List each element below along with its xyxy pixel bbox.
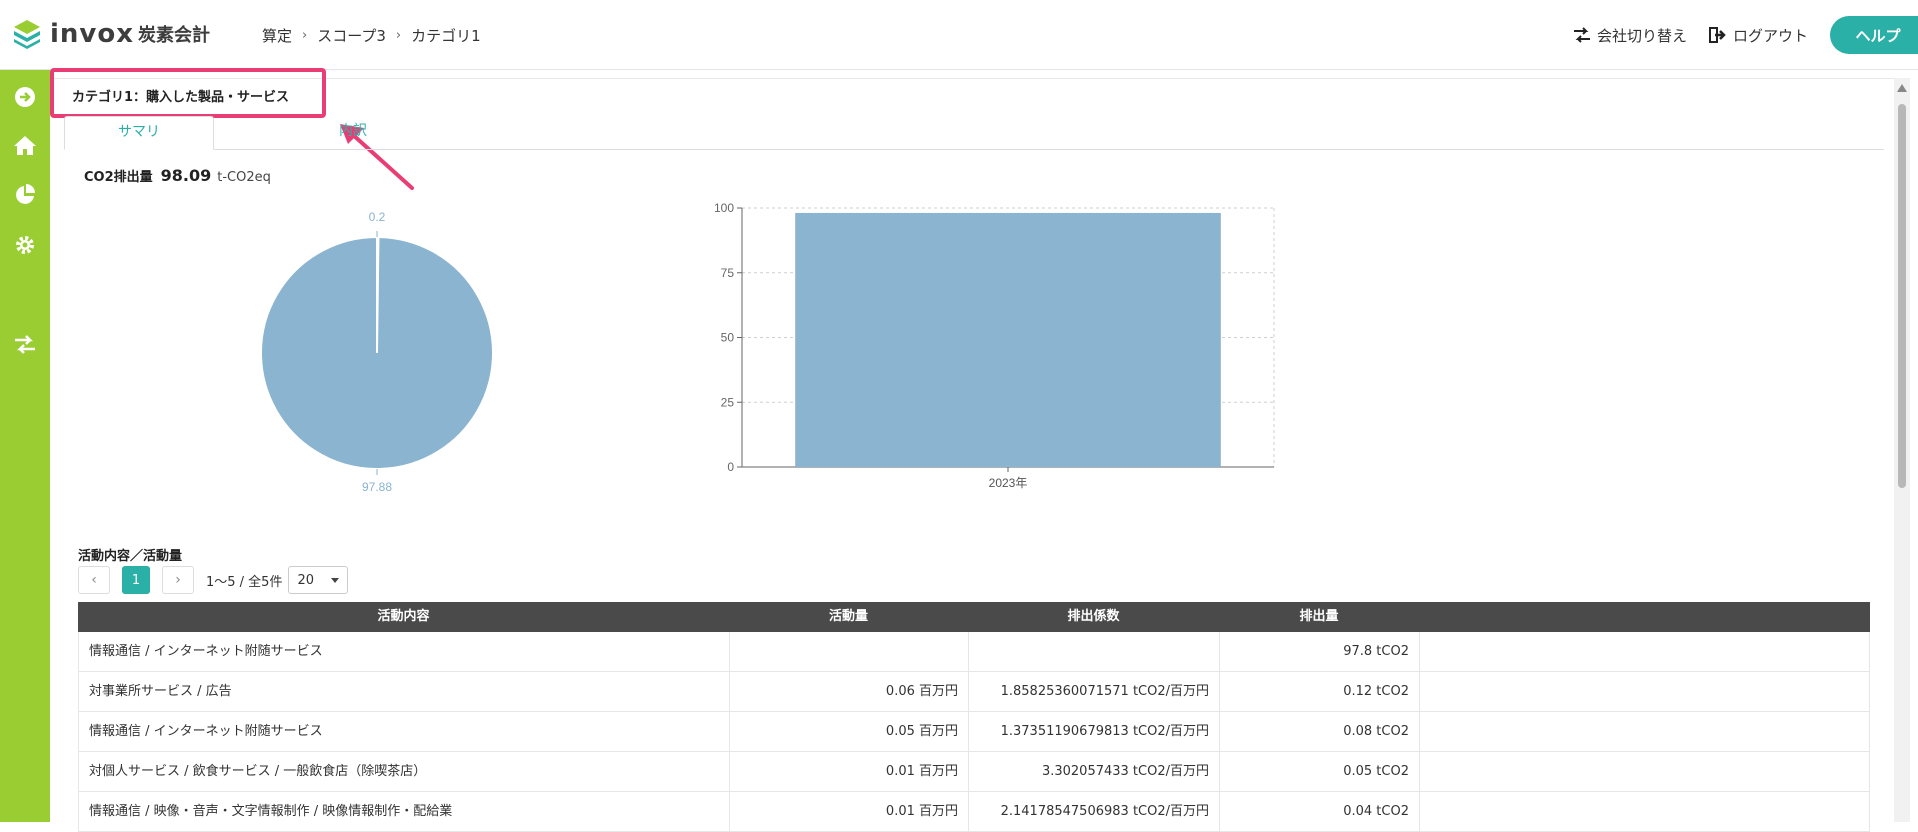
cell-factor xyxy=(969,632,1220,672)
cell-empty xyxy=(1420,752,1869,792)
chevron-left-icon: ‹ xyxy=(91,572,97,588)
breadcrumb: 算定 › スコープ3 › カテゴリ1 xyxy=(262,25,481,46)
scrollbar[interactable] xyxy=(1894,78,1910,822)
logo-subtitle: 炭素会計 xyxy=(138,25,211,46)
table-row[interactable]: 情報通信 / 映像・音声・文字情報制作 / 映像情報制作・配給業 0.01 百万円… xyxy=(78,792,1870,832)
logo[interactable]: invox 炭素会計 xyxy=(12,18,210,50)
table-body: 情報通信 / インターネット附随サービス 97.8 tCO2 対事業所サービス / … xyxy=(78,632,1870,832)
cell-empty xyxy=(1420,792,1869,832)
tab-breakdown[interactable]: 内訳 xyxy=(278,116,428,150)
cell-empty xyxy=(1420,672,1869,712)
cell-activity: 情報通信 / インターネット附随サービス xyxy=(79,712,730,752)
cell-emission: 0.08 tCO2 xyxy=(1220,712,1420,752)
y-tick-label: 25 xyxy=(721,395,735,409)
table-row[interactable]: 対事業所サービス / 広告 0.06 百万円 1.85825360071571 tC… xyxy=(78,672,1870,712)
y-tick-label: 100 xyxy=(714,201,734,215)
page-number-current[interactable]: 1 xyxy=(122,566,150,594)
bar-chart: 0 25 50 75 100 2023年 xyxy=(714,201,1275,490)
cell-empty xyxy=(1420,632,1869,672)
pie-chart-icon[interactable] xyxy=(12,182,38,208)
cell-activity: 対個人サービス / 飲食サービス / 一般飲食店（除喫茶店） xyxy=(79,752,730,792)
column-header-activity[interactable]: 活動内容 xyxy=(78,602,729,632)
cell-amount: 0.01 百万円 xyxy=(730,752,969,792)
cell-amount: 0.05 百万円 xyxy=(730,712,969,752)
cell-emission: 97.8 tCO2 xyxy=(1220,632,1420,672)
page-size-select[interactable]: 20 xyxy=(288,566,349,594)
chevron-right-icon: › xyxy=(175,572,181,588)
switch-icon xyxy=(1573,27,1590,43)
table-row[interactable]: 情報通信 / インターネット附随サービス 97.8 tCO2 xyxy=(78,632,1870,672)
cell-empty xyxy=(1420,712,1869,752)
co2-value: 98.09 xyxy=(160,166,212,185)
y-tick-label: 50 xyxy=(721,331,735,345)
cell-factor: 2.14178547506983 tCO2/百万円 xyxy=(969,792,1220,832)
column-header-factor[interactable]: 排出係数 xyxy=(968,602,1219,632)
sidebar xyxy=(0,70,50,822)
pie-label: 97.88 xyxy=(362,480,392,494)
cell-activity: 対事業所サービス / 広告 xyxy=(79,672,730,712)
app-header: invox 炭素会計 算定 › スコープ3 › カテゴリ1 会社切り替え ログア… xyxy=(0,0,1918,70)
x-tick-label: 2023年 xyxy=(989,476,1028,490)
chevron-right-icon: › xyxy=(302,28,308,43)
table-row[interactable]: 情報通信 / インターネット附随サービス 0.05 百万円 1.3735119067… xyxy=(78,712,1870,752)
activity-table: 活動内容 活動量 排出係数 排出量 情報通信 / インターネット附随サービス 97… xyxy=(78,602,1870,832)
scroll-up-icon[interactable] xyxy=(1897,84,1907,92)
switch-company-label: 会社切り替え xyxy=(1596,26,1687,45)
cell-factor: 1.37351190679813 tCO2/百万円 xyxy=(969,712,1220,752)
cell-activity: 情報通信 / 映像・音声・文字情報制作 / 映像情報制作・配給業 xyxy=(79,792,730,832)
logout-label: ログアウト xyxy=(1732,26,1808,45)
y-tick-label: 75 xyxy=(721,266,735,280)
logo-mark-icon xyxy=(14,20,40,49)
tab-summary[interactable]: サマリ xyxy=(64,116,214,150)
header-actions: 会社切り替え ログアウト ヘルプ xyxy=(1573,16,1918,54)
scroll-thumb[interactable] xyxy=(1898,104,1906,488)
cell-factor: 3.302057433 tCO2/百万円 xyxy=(969,752,1220,792)
activity-section-title: 活動内容／活動量 xyxy=(78,549,183,564)
breadcrumb-item-category1: カテゴリ1 xyxy=(411,27,481,45)
cell-emission: 0.12 tCO2 xyxy=(1220,672,1420,712)
cell-factor: 1.85825360071571 tCO2/百万円 xyxy=(969,672,1220,712)
co2-unit: t-CO2eq xyxy=(217,170,271,185)
co2-label: CO2排出量 xyxy=(84,170,153,185)
logout-link[interactable]: ログアウト xyxy=(1708,25,1808,46)
chevron-right-icon: › xyxy=(395,28,402,43)
page-size-value: 20 xyxy=(297,572,315,588)
switch-icon[interactable] xyxy=(12,332,38,358)
pie-chart: 0.2 97.88 xyxy=(260,210,494,494)
cell-activity: 情報通信 / インターネット附随サービス xyxy=(79,632,730,672)
breadcrumb-item-scope3[interactable]: スコープ3 xyxy=(317,25,386,46)
cell-emission: 0.04 tCO2 xyxy=(1220,792,1420,832)
prev-page-button[interactable]: ‹ xyxy=(78,566,110,594)
y-tick-label: 0 xyxy=(727,460,734,474)
tab-bar: サマリ 内訳 xyxy=(64,116,1884,150)
next-page-button[interactable]: › xyxy=(162,566,194,594)
home-icon[interactable] xyxy=(12,132,38,158)
table-row[interactable]: 対個人サービス / 飲食サービス / 一般飲食店（除喫茶店） 0.01 百万円 3.… xyxy=(78,752,1870,792)
pagination: ‹ 1 › 1〜5 / 全5件 20 xyxy=(78,566,349,594)
gear-icon[interactable] xyxy=(12,232,38,258)
page-range-info: 1〜5 / 全5件 xyxy=(206,574,283,590)
pie-slice xyxy=(260,235,494,470)
breadcrumb-item-calc[interactable]: 算定 xyxy=(262,25,292,46)
cell-amount: 0.01 百万円 xyxy=(730,792,969,832)
logo-text: invox xyxy=(50,19,135,49)
table-header: 活動内容 活動量 排出係数 排出量 xyxy=(78,602,1870,632)
column-header-emission[interactable]: 排出量 xyxy=(1219,602,1419,632)
logout-icon xyxy=(1708,27,1726,43)
pie-label: 0.2 xyxy=(369,210,386,224)
column-header-amount[interactable]: 活動量 xyxy=(729,602,968,632)
cell-emission: 0.05 tCO2 xyxy=(1220,752,1420,792)
cell-amount: 0.06 百万円 xyxy=(730,672,969,712)
co2-total: CO2排出量 98.09 t-CO2eq xyxy=(84,166,271,185)
caret-down-icon xyxy=(331,577,340,583)
switch-company-link[interactable]: 会社切り替え xyxy=(1573,25,1687,46)
help-button[interactable]: ヘルプ xyxy=(1830,16,1918,54)
bar xyxy=(795,212,1221,467)
arrow-circle-icon[interactable] xyxy=(12,84,38,110)
cell-amount xyxy=(730,632,969,672)
page-title: カテゴリ1：購入した製品・サービス xyxy=(72,90,290,105)
